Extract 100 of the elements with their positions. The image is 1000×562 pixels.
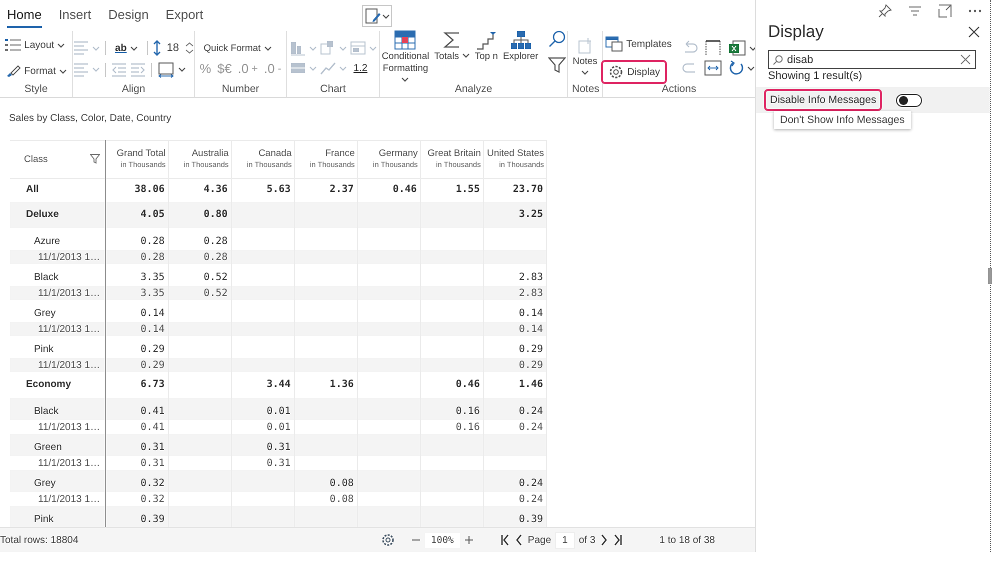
layout-button[interactable]: Layout [1,34,70,56]
table-cell: 0.80 [168,202,232,228]
search-icon [773,54,783,64]
row-label[interactable]: Grey [10,470,106,492]
templates-button[interactable]: Templates [601,32,676,56]
font-size-field[interactable]: 18 [164,42,182,54]
table-cell: 0.41 [105,398,168,420]
fit-width-icon[interactable] [704,60,722,76]
caret-icon [178,67,186,72]
table-cell: 0.24 [483,470,546,492]
group-label: Align [120,83,146,97]
table-cell: 4.05 [105,202,168,228]
caret-icon [382,14,390,18]
page-field[interactable]: 1 [555,532,575,549]
zoom-field[interactable]: 100% [424,532,460,548]
text-color-button[interactable]: ab [111,38,142,58]
tab[interactable]: Export [166,4,204,28]
row-label[interactable]: Green [10,434,106,456]
template-icon [605,36,624,52]
previous-page-icon[interactable] [514,534,524,546]
steps-icon [476,30,496,50]
hierarchy-icon [510,30,532,50]
tab[interactable]: Home [7,4,42,28]
list-icon [5,38,22,52]
table-cell: 0.29 [105,358,168,372]
border-icon[interactable] [157,62,176,78]
column-header[interactable]: Class [24,154,48,165]
caret-icon [264,46,272,51]
caret-icon [338,66,346,70]
spinner-icon[interactable] [184,41,194,55]
first-page-icon[interactable] [500,534,510,546]
conditional-formatting-button[interactable]: Conditional Formatting [380,30,430,86]
table-cell: 0.28 [168,250,232,264]
group-label: Style [23,83,49,97]
table-cell: 3.35 [105,286,168,300]
page-count: of 3 [578,534,596,546]
group-label: Actions [660,83,698,97]
table-cell: 0.28 [105,250,168,264]
table-cell: 0.16 [420,398,484,420]
row-label[interactable]: Pink [10,506,106,528]
setting-label: Disable Info Messages [764,89,882,111]
close-icon[interactable] [968,26,980,38]
group-label: Chart [319,83,347,97]
table-cell: 0.24 [483,398,546,420]
tab[interactable]: Design [108,4,149,28]
totals-button[interactable]: Totals [433,30,471,62]
pin-icon[interactable] [878,4,892,18]
filter-icon[interactable] [908,4,922,18]
row-label[interactable]: 11/1/2013 1… [10,322,106,336]
row-label[interactable]: 11/1/2013 1… [10,358,106,372]
format-button[interactable]: Format [1,60,71,82]
caret-icon [368,46,376,50]
top-n-button[interactable]: Top n [474,30,499,62]
search-box[interactable]: disab [768,50,976,69]
search-icon[interactable] [548,30,566,48]
table-cell: 0.39 [483,506,546,528]
row-label[interactable]: Deluxe [10,202,106,228]
caret-icon [748,46,755,50]
page-label: Page [528,534,552,546]
group-label: Analyze [454,83,494,97]
table-cell: 0.01 [231,398,294,420]
table-cell: 3.25 [483,202,546,228]
table-cell: 0.31 [231,434,294,456]
table-cell: 2.83 [483,286,546,300]
table-title: Sales by Class, Color, Date, Country [9,113,172,124]
note-icon [576,36,594,54]
spreadsheet-icon[interactable] [728,40,746,56]
edit-icon [364,8,380,24]
result-count: Showing 1 result(s) [767,69,864,83]
toggle-switch[interactable] [896,94,922,106]
expand-icon[interactable] [938,4,952,18]
decimal-button[interactable]: 1.2 [354,62,368,74]
display-button[interactable]: Display [601,60,668,84]
tooltip: Don't Show Info Messages [774,111,911,129]
frame-icon[interactable] [704,40,722,56]
grid-icon [394,30,416,50]
table-cell: 0.52 [168,286,232,300]
row-label[interactable]: 11/1/2013 1… [10,250,106,264]
settings-icon[interactable] [380,533,395,548]
row-label[interactable]: Black [10,398,106,420]
explorer-button[interactable]: Explorer [502,30,540,62]
scrollbar-thumb[interactable] [988,268,992,284]
caret-icon [130,46,138,50]
line-height-icon [152,40,161,56]
row-label[interactable]: 11/1/2013 1… [10,286,106,300]
caret-icon [308,66,316,70]
clear-icon[interactable] [960,54,971,65]
filter-icon[interactable] [90,154,100,164]
edit-mode-button[interactable] [362,5,392,27]
table-cell: 0.39 [105,506,168,528]
notes-button[interactable]: Notes [572,36,598,80]
next-page-icon[interactable] [599,534,610,546]
caret-icon [746,66,755,70]
refresh-icon[interactable] [728,60,744,76]
zoom-in-icon[interactable] [464,535,474,546]
sigma-icon [442,30,462,50]
tab[interactable]: Insert [58,4,92,28]
last-page-icon[interactable] [613,534,624,546]
row-range: 1 to 18 of 38 [659,534,715,546]
filter-icon[interactable] [548,56,566,74]
